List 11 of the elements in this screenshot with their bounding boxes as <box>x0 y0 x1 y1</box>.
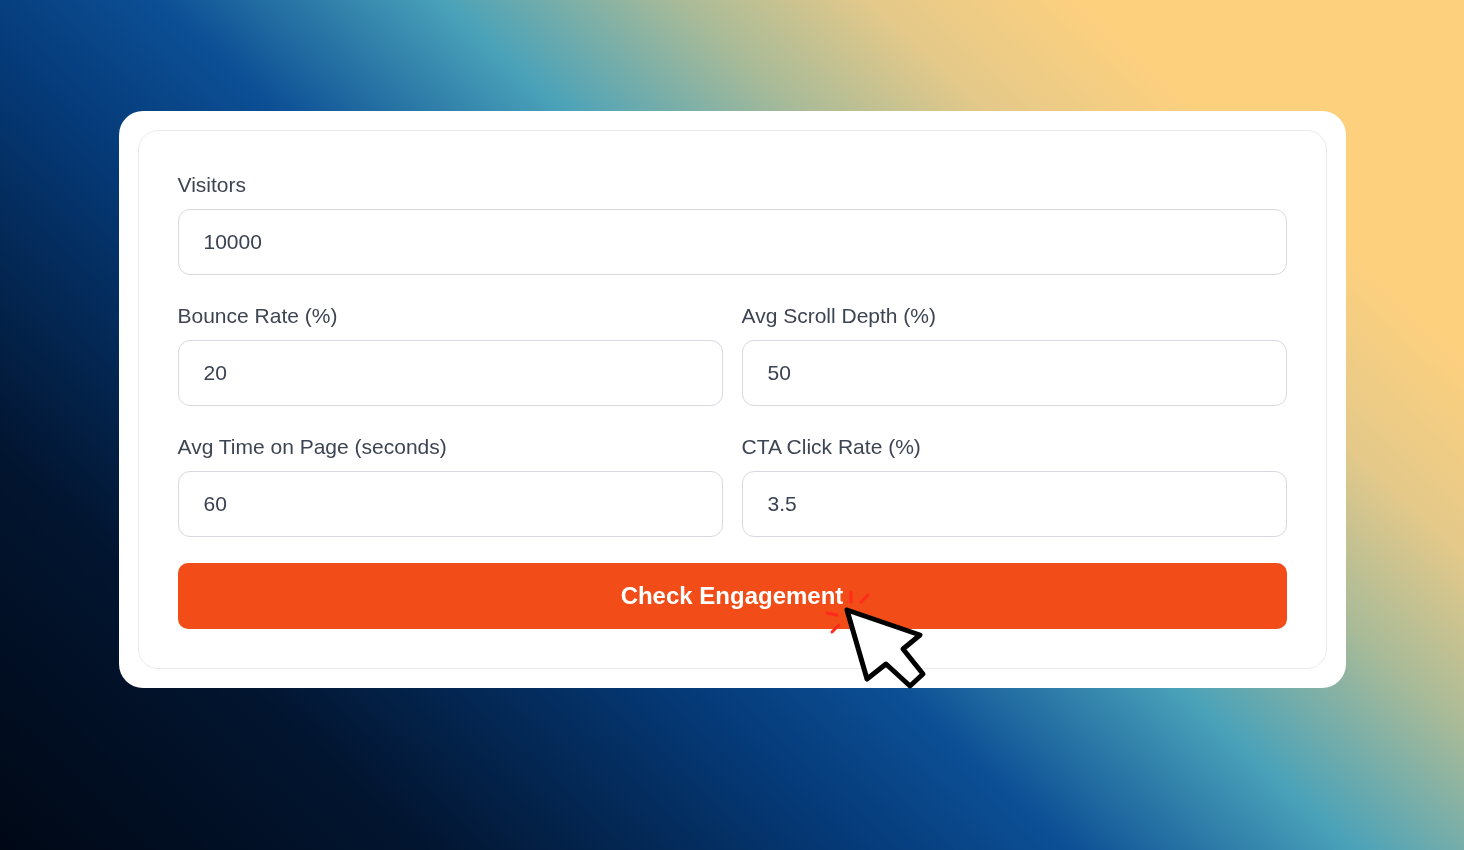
check-engagement-button[interactable]: Check Engagement <box>177 563 1287 629</box>
input-field[interactable]: 10000 <box>177 209 1287 275</box>
input-field[interactable]: 3.5 <box>741 471 1287 537</box>
field-label: Avg Scroll Depth (%) <box>741 303 937 329</box>
input-field[interactable]: 50 <box>741 340 1287 406</box>
input-field[interactable]: 20 <box>177 340 723 406</box>
field-label: Bounce Rate (%) <box>177 303 338 329</box>
field-label: Avg Time on Page (seconds) <box>177 434 447 460</box>
field-label: CTA Click Rate (%) <box>741 434 921 460</box>
input-field[interactable]: 60 <box>177 471 723 537</box>
field-label: Visitors <box>177 172 246 198</box>
